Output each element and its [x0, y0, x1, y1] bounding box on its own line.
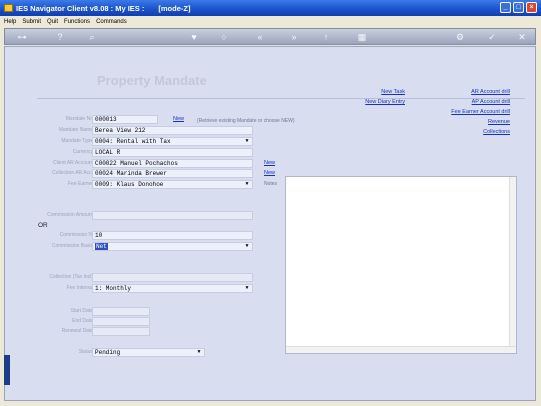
revenue-link[interactable]: Revenue	[425, 118, 510, 126]
status-value: Pending	[95, 349, 121, 356]
fee-earner-drill-link[interactable]: Fee Earner Account drill	[425, 108, 510, 116]
or-text: OR	[38, 222, 48, 229]
ar-account-drill-link[interactable]: AR Account drill	[425, 88, 510, 96]
main-panel: Property Mandate Mandate No 000013 New (…	[4, 46, 536, 401]
heart-icon[interactable]: ♥	[187, 31, 201, 43]
dropdown-arrow-icon[interactable]: ▼	[243, 138, 251, 145]
page-title: Property Mandate	[97, 73, 207, 88]
dropdown-arrow-icon[interactable]: ▼	[195, 349, 203, 356]
collection-ar-new-link[interactable]: New	[264, 169, 275, 177]
fast-forward-icon[interactable]: »	[287, 31, 301, 43]
mandate-type-select[interactable]: 0004: Rental with Tax ▼	[92, 137, 253, 146]
mandate-name-field[interactable]: Berea View 212	[92, 126, 253, 135]
maximize-button[interactable]: □	[513, 2, 524, 13]
dropdown-arrow-icon[interactable]: ▼	[243, 243, 251, 250]
vertical-scrollbar[interactable]	[509, 177, 516, 353]
menu-quit[interactable]: Quit	[47, 19, 58, 25]
commission-basis-select[interactable]: Net ▼	[92, 242, 253, 251]
commission-basis-value: Net	[95, 243, 108, 250]
mandate-type-value: 0004: Rental with Tax	[95, 138, 171, 145]
commission-amount-field[interactable]	[92, 211, 253, 220]
currency-label: Currency	[72, 149, 93, 155]
horizontal-scrollbar[interactable]	[286, 346, 516, 353]
status-select[interactable]: Pending ▼	[92, 348, 205, 357]
fee-earner-select[interactable]: 0009: Klaus Donohoe ▼	[92, 180, 253, 189]
collection-fee-label: Collection (Tax Incl)	[49, 274, 93, 280]
fee-interval-value: 1: Monthly	[95, 285, 132, 292]
new-mandate-link[interactable]: New	[173, 115, 184, 123]
collection-fee-field[interactable]	[92, 273, 253, 282]
calculator-icon[interactable]: ▦	[355, 31, 369, 43]
client-ar-new-link[interactable]: New	[264, 159, 275, 167]
upload-icon[interactable]: ↑	[319, 31, 333, 43]
mandate-no-field[interactable]: 000013	[92, 115, 158, 124]
collection-ar-label: Collection AR Acct	[52, 170, 93, 176]
new-diary-entry-link[interactable]: New Diary Entry	[345, 98, 405, 106]
side-strip	[4, 355, 10, 385]
app-icon	[4, 4, 13, 12]
client-ar-label: Client AR Account	[52, 160, 93, 166]
end-date-label: End Date	[72, 318, 93, 324]
new-task-link[interactable]: New Task	[345, 88, 405, 96]
question-icon[interactable]: ?	[53, 31, 67, 43]
start-date-field[interactable]	[92, 307, 150, 316]
dropdown-arrow-icon[interactable]: ▼	[243, 285, 251, 292]
menu-bar: Help Submit Quit Functions Commands	[0, 16, 541, 27]
search-icon[interactable]: ⌕	[85, 31, 99, 43]
notes-label: Notes	[264, 181, 278, 187]
fee-earner-label: Fee Earner	[67, 181, 93, 187]
mandate-type-label: Mandate Type	[61, 138, 93, 144]
menu-submit[interactable]: Submit	[22, 19, 41, 25]
collections-link[interactable]: Collections	[425, 128, 510, 136]
commission-amount-label: Commission Amount	[47, 212, 93, 218]
ap-account-drill-link[interactable]: AP Account drill	[425, 98, 510, 106]
window-mode: [mode-Z]	[158, 3, 191, 13]
fee-interval-label: Fee Interval	[66, 285, 93, 291]
menu-help[interactable]: Help	[4, 19, 16, 25]
commission-pct-label: Commission %	[59, 232, 93, 238]
start-date-label: Start Date	[70, 308, 93, 314]
commission-basis-label: Commission Basis	[51, 243, 93, 249]
client-ar-field[interactable]: C00022 Manuel Pochachos	[92, 159, 253, 168]
fee-earner-value: 0009: Klaus Donohoe	[95, 181, 164, 188]
globe-icon[interactable]: ○	[217, 31, 231, 43]
collection-ar-field[interactable]: 00024 Marinda Brewer	[92, 169, 253, 178]
dropdown-arrow-icon[interactable]: ▼	[243, 181, 251, 188]
settings-icon[interactable]: ⚙	[453, 31, 467, 43]
rewind-icon[interactable]: «	[253, 31, 267, 43]
renewal-date-label: Renewal Date	[61, 328, 93, 334]
notes-textarea[interactable]	[285, 176, 517, 354]
mandate-name-label: Mandate Name	[58, 127, 93, 133]
mandate-hint: (Retrieve existing Mandate or choose NEW…	[197, 118, 295, 124]
key-icon[interactable]: ⊶	[11, 31, 33, 43]
currency-field[interactable]: LOCAL R	[92, 148, 253, 157]
status-label: Status	[78, 349, 93, 355]
end-date-field[interactable]	[92, 317, 150, 326]
minimize-button[interactable]: _	[500, 2, 511, 13]
window-title: IES Navigator Client v8.08 : My IES :	[16, 3, 145, 13]
renewal-date-field[interactable]	[92, 327, 150, 336]
check-icon[interactable]: ✓	[485, 31, 499, 43]
commission-pct-field[interactable]: 10	[92, 231, 253, 240]
title-bar: IES Navigator Client v8.08 : My IES : [m…	[0, 0, 541, 16]
close-icon[interactable]: ✕	[515, 31, 529, 43]
close-button[interactable]: ×	[526, 2, 537, 13]
toolbar: ⊶ ? ⌕ ♥ ○ « » ↑ ▦ ⚙ ✓ ✕	[4, 28, 536, 45]
menu-commands[interactable]: Commands	[96, 19, 127, 25]
fee-interval-select[interactable]: 1: Monthly ▼	[92, 284, 253, 293]
mandate-no-label: Mandate No	[65, 116, 93, 122]
menu-functions[interactable]: Functions	[64, 19, 90, 25]
